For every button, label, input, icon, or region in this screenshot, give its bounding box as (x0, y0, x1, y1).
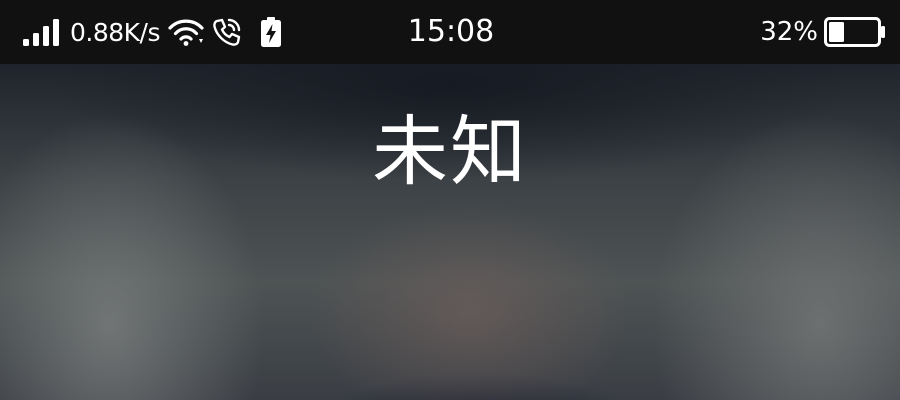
status-left-group: 0.88K/s (22, 0, 282, 64)
wifi-icon (168, 19, 204, 46)
battery-charging-icon (261, 17, 282, 47)
caller-name: 未知 (372, 107, 528, 196)
incoming-call-screen: 0.88K/s 15:08 32% 未知 (0, 0, 900, 400)
battery-level-fill (829, 22, 844, 42)
status-bar: 0.88K/s 15:08 32% (0, 0, 900, 64)
clock: 15:08 (407, 14, 495, 49)
signal-bars-icon (23, 19, 59, 46)
battery-icon (824, 17, 885, 47)
battery-percentage: 32% (760, 17, 818, 47)
status-right-group: 32% (760, 0, 886, 64)
network-speed: 0.88K/s (70, 17, 161, 47)
phone-call-icon (213, 18, 241, 46)
